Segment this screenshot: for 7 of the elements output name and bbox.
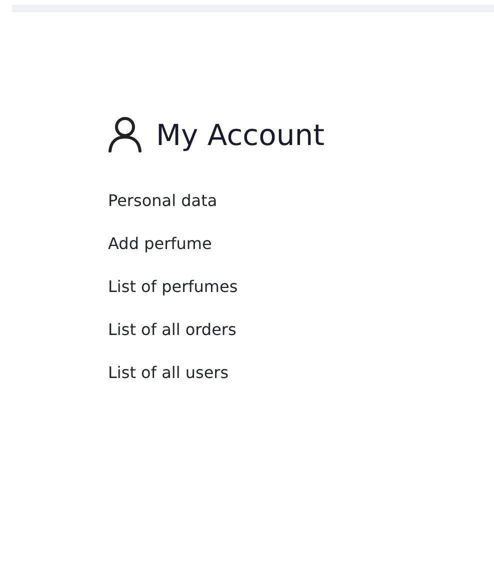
account-menu-link[interactable]: List of all users (108, 361, 229, 384)
account-menu-link[interactable]: Add perfume (108, 232, 212, 255)
account-menu-link[interactable]: Personal data (108, 189, 218, 212)
account-menu-link[interactable]: List of perfumes (108, 275, 238, 298)
page-title: My Account (156, 118, 324, 152)
account-menu-link[interactable]: List of all orders (108, 318, 236, 341)
user-icon (108, 117, 142, 153)
